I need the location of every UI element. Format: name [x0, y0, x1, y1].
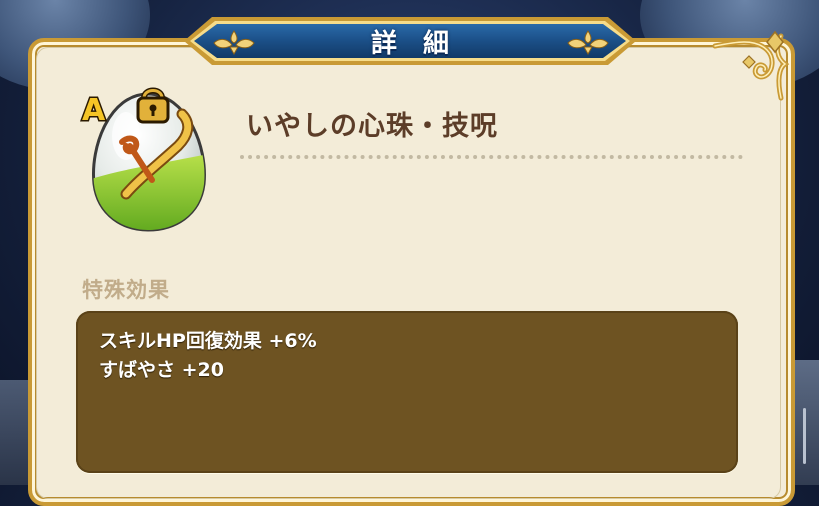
effect-line-2: すばやさ +20 [99, 359, 224, 381]
item-name: いやしの心珠・技呪 [246, 111, 498, 142]
item-icon: A [81, 87, 206, 232]
rank-badge: A [82, 93, 106, 128]
special-effects-box: スキルHP回復効果 +6% すばやさ +20 [76, 311, 738, 473]
special-effects-heading: 特殊効果 [82, 278, 170, 302]
dialog-title: 詳細 [370, 28, 475, 59]
background-edge-left [0, 380, 30, 485]
dialog-title-bar: 詳細 [178, 13, 642, 69]
name-divider [240, 155, 743, 159]
scrollbar-indicator[interactable] [803, 408, 806, 464]
effect-line-1: スキルHP回復効果 +6% [99, 330, 317, 352]
